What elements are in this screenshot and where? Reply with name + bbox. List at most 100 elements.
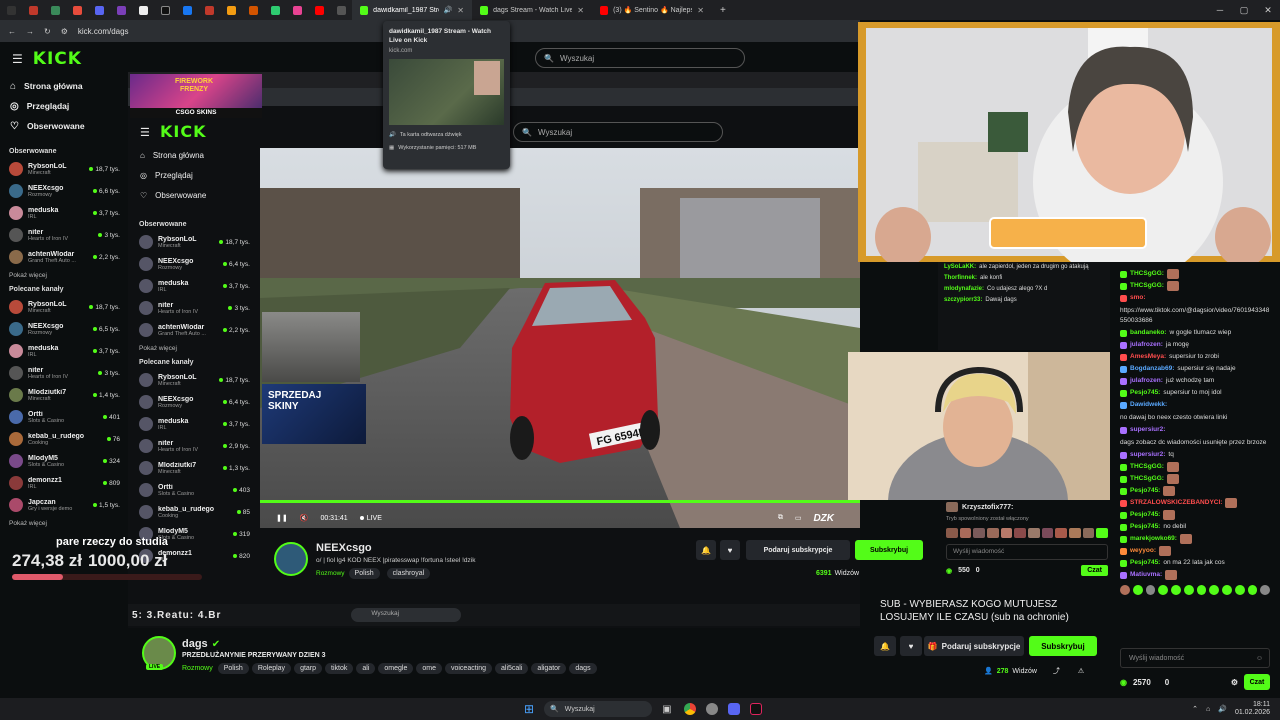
subscribe-button[interactable]: Subskrybuj bbox=[1029, 636, 1097, 656]
channel-row[interactable]: achtenWlodar Grand Theft Auto ... 2,2 tys. bbox=[0, 246, 128, 268]
stream-tag[interactable]: aligator bbox=[531, 663, 567, 674]
report-icon[interactable]: ⚠ bbox=[1078, 667, 1084, 675]
volume-icon[interactable]: 🔊 bbox=[1218, 705, 1227, 713]
chat-username[interactable]: Pesjo745: bbox=[1130, 486, 1160, 496]
stream-tag[interactable]: ali bbox=[356, 663, 376, 674]
taskbar-search[interactable]: 🔍 Wyszukaj bbox=[544, 701, 653, 717]
channel-row[interactable]: Japczan Gry i wersje demo 1,5 tys. bbox=[0, 494, 128, 516]
mute-icon[interactable]: 🔇 bbox=[300, 514, 309, 522]
tab-dags[interactable]: dags Stream - Watch Live on Kick ✕ bbox=[472, 0, 592, 20]
channel-row[interactable]: Ortti Slots & Casino 401 bbox=[0, 406, 128, 428]
pinned-tab[interactable] bbox=[22, 0, 44, 20]
channel-row[interactable]: kebab_u_rudego Cooking 76 bbox=[0, 428, 128, 450]
clock-time[interactable]: 18:11 bbox=[1235, 701, 1270, 709]
close-window-icon[interactable]: ✕ bbox=[1256, 5, 1280, 16]
pause-icon[interactable]: ❚❚ bbox=[276, 514, 288, 522]
chat-username[interactable]: Dawidwekk: bbox=[1130, 400, 1167, 410]
chat-username[interactable]: THCSgGG: bbox=[1130, 281, 1164, 291]
channel-row[interactable]: MlodyM5 Slots & Casino 324 bbox=[0, 450, 128, 472]
stream-tag[interactable]: Roleplay bbox=[251, 663, 292, 674]
kick-logo[interactable]: KICK bbox=[33, 49, 82, 69]
tray-chevron-icon[interactable]: ⌃ bbox=[1192, 705, 1198, 713]
menu-icon[interactable]: ☰ bbox=[12, 52, 23, 66]
new-tab-icon[interactable]: + bbox=[720, 5, 726, 16]
nav-item-0[interactable]: ⌂ Strona główna bbox=[0, 76, 128, 96]
pinned-tab[interactable] bbox=[220, 0, 242, 20]
stream-tag[interactable]: tiktok bbox=[325, 663, 354, 674]
heart-icon[interactable]: ♥ bbox=[900, 636, 922, 656]
chat-emote[interactable] bbox=[1171, 585, 1181, 595]
stream-tag[interactable]: gtarp bbox=[294, 663, 323, 674]
channel-row[interactable]: NEEXcsgo Rozmowy 6,6 tys. bbox=[0, 180, 128, 202]
chat-username[interactable]: STRZALOWSKICZEBANDYCI: bbox=[1130, 498, 1222, 508]
chat-emote[interactable] bbox=[1120, 585, 1130, 595]
chat-username[interactable]: Pesjo745: bbox=[1130, 388, 1160, 398]
chat-input[interactable]: Wyślij wiadomość ☺ bbox=[1120, 648, 1270, 668]
tab-active[interactable]: dawidkamil_1987 Stream - Watch Live on K… bbox=[352, 0, 472, 20]
chat-username[interactable]: Pesjo745: bbox=[1130, 522, 1160, 532]
discord-icon[interactable] bbox=[727, 703, 740, 715]
app-icon[interactable] bbox=[705, 703, 718, 715]
chat-emote[interactable] bbox=[1209, 585, 1219, 595]
chat-username[interactable]: Pesjo745: bbox=[1130, 510, 1160, 520]
pinned-tab[interactable] bbox=[264, 0, 286, 20]
pinned-tab[interactable] bbox=[110, 0, 132, 20]
pinned-tab[interactable] bbox=[198, 0, 220, 20]
stream-tag[interactable]: omegle bbox=[378, 663, 414, 674]
pinned-tab[interactable] bbox=[0, 0, 22, 20]
chat-send-button[interactable]: Czat bbox=[1244, 674, 1270, 690]
windows-start-icon[interactable]: ⊞ bbox=[524, 702, 534, 716]
channel-row[interactable]: demonzz1 IRL 809 bbox=[0, 472, 128, 494]
back-icon[interactable]: ← bbox=[8, 27, 16, 36]
pinned-tab[interactable] bbox=[66, 0, 88, 20]
chat-username[interactable]: julafrozen: bbox=[1130, 376, 1163, 386]
chat-settings-icon[interactable]: ⚙ bbox=[1231, 678, 1238, 687]
forward-icon[interactable]: → bbox=[26, 27, 34, 36]
chat-emote[interactable] bbox=[1132, 585, 1143, 595]
channel-row[interactable]: RybsonLoL Minecraft 18,7 tys. bbox=[0, 296, 128, 318]
chrome-icon[interactable] bbox=[683, 703, 696, 715]
chat-username[interactable]: marekjowko69: bbox=[1130, 534, 1177, 544]
tab-youtube[interactable]: (3) 🔥 Sentino 🔥 Najlepsze ✕ bbox=[592, 0, 712, 20]
nav-item-2[interactable]: ♡ Obserwowane bbox=[0, 116, 128, 136]
pinned-tab[interactable] bbox=[88, 0, 110, 20]
channel-row[interactable]: Mlodziutki7 Minecraft 1,4 tys. bbox=[0, 384, 128, 406]
stream-tag[interactable]: Polish bbox=[217, 663, 249, 674]
bell-icon[interactable]: 🔔 bbox=[874, 636, 896, 656]
chat-username[interactable]: Bogdanzab69: bbox=[1130, 364, 1174, 374]
chat-username[interactable]: THCSgGG: bbox=[1130, 474, 1164, 484]
chat-username[interactable]: THCSgGG: bbox=[1130, 269, 1164, 279]
video-progress-bar[interactable] bbox=[260, 500, 860, 503]
channel-row[interactable]: NEEXcsgo Rozmowy 6,5 tys. bbox=[0, 318, 128, 340]
chat-emote[interactable] bbox=[1183, 585, 1194, 595]
channel-row[interactable]: meduska IRL 3,7 tys. bbox=[0, 202, 128, 224]
chat-emote[interactable] bbox=[1222, 585, 1232, 595]
chat-username[interactable]: supersiur2: bbox=[1130, 425, 1165, 435]
task-view-icon[interactable]: ▣ bbox=[662, 704, 671, 715]
theater-icon[interactable]: ▭ bbox=[795, 514, 802, 522]
pinned-tab[interactable] bbox=[330, 0, 352, 20]
pinned-tab[interactable] bbox=[242, 0, 264, 20]
url-field[interactable]: kick.com/dags bbox=[78, 27, 129, 36]
speaker-icon[interactable]: 🔊 bbox=[444, 6, 453, 14]
minimize-icon[interactable]: ─ bbox=[1208, 5, 1232, 16]
channel-row[interactable]: niter Hearts of Iron IV 3 tys. bbox=[0, 362, 128, 384]
clock-date[interactable]: 01.02.2026 bbox=[1235, 709, 1270, 717]
pinned-tab[interactable] bbox=[132, 0, 154, 20]
chat-username[interactable]: Matiuvma: bbox=[1130, 570, 1162, 580]
channel-row[interactable]: meduska IRL 3,7 tys. bbox=[0, 340, 128, 362]
chat-emote[interactable] bbox=[1260, 585, 1270, 595]
chat-username[interactable]: julafrozen: bbox=[1130, 340, 1163, 350]
chat-username[interactable]: bandaneko: bbox=[1130, 328, 1166, 338]
show-more-link[interactable]: Pokaż więcej bbox=[0, 268, 128, 282]
chat-emote[interactable] bbox=[1247, 585, 1258, 595]
site-info-icon[interactable]: ⚙ bbox=[61, 27, 68, 36]
maximize-icon[interactable]: ▢ bbox=[1232, 5, 1256, 16]
chat-username[interactable]: THCSgGG: bbox=[1130, 462, 1164, 472]
stream-tag[interactable]: voiceacting bbox=[444, 663, 493, 674]
chat-username[interactable]: smo: bbox=[1130, 293, 1146, 303]
emote-picker-icon[interactable]: ☺ bbox=[1256, 655, 1263, 662]
pinned-tab[interactable] bbox=[176, 0, 198, 20]
stream-tag[interactable]: dags bbox=[569, 663, 597, 674]
search-input[interactable]: 🔍 Wyszukaj bbox=[535, 48, 745, 68]
